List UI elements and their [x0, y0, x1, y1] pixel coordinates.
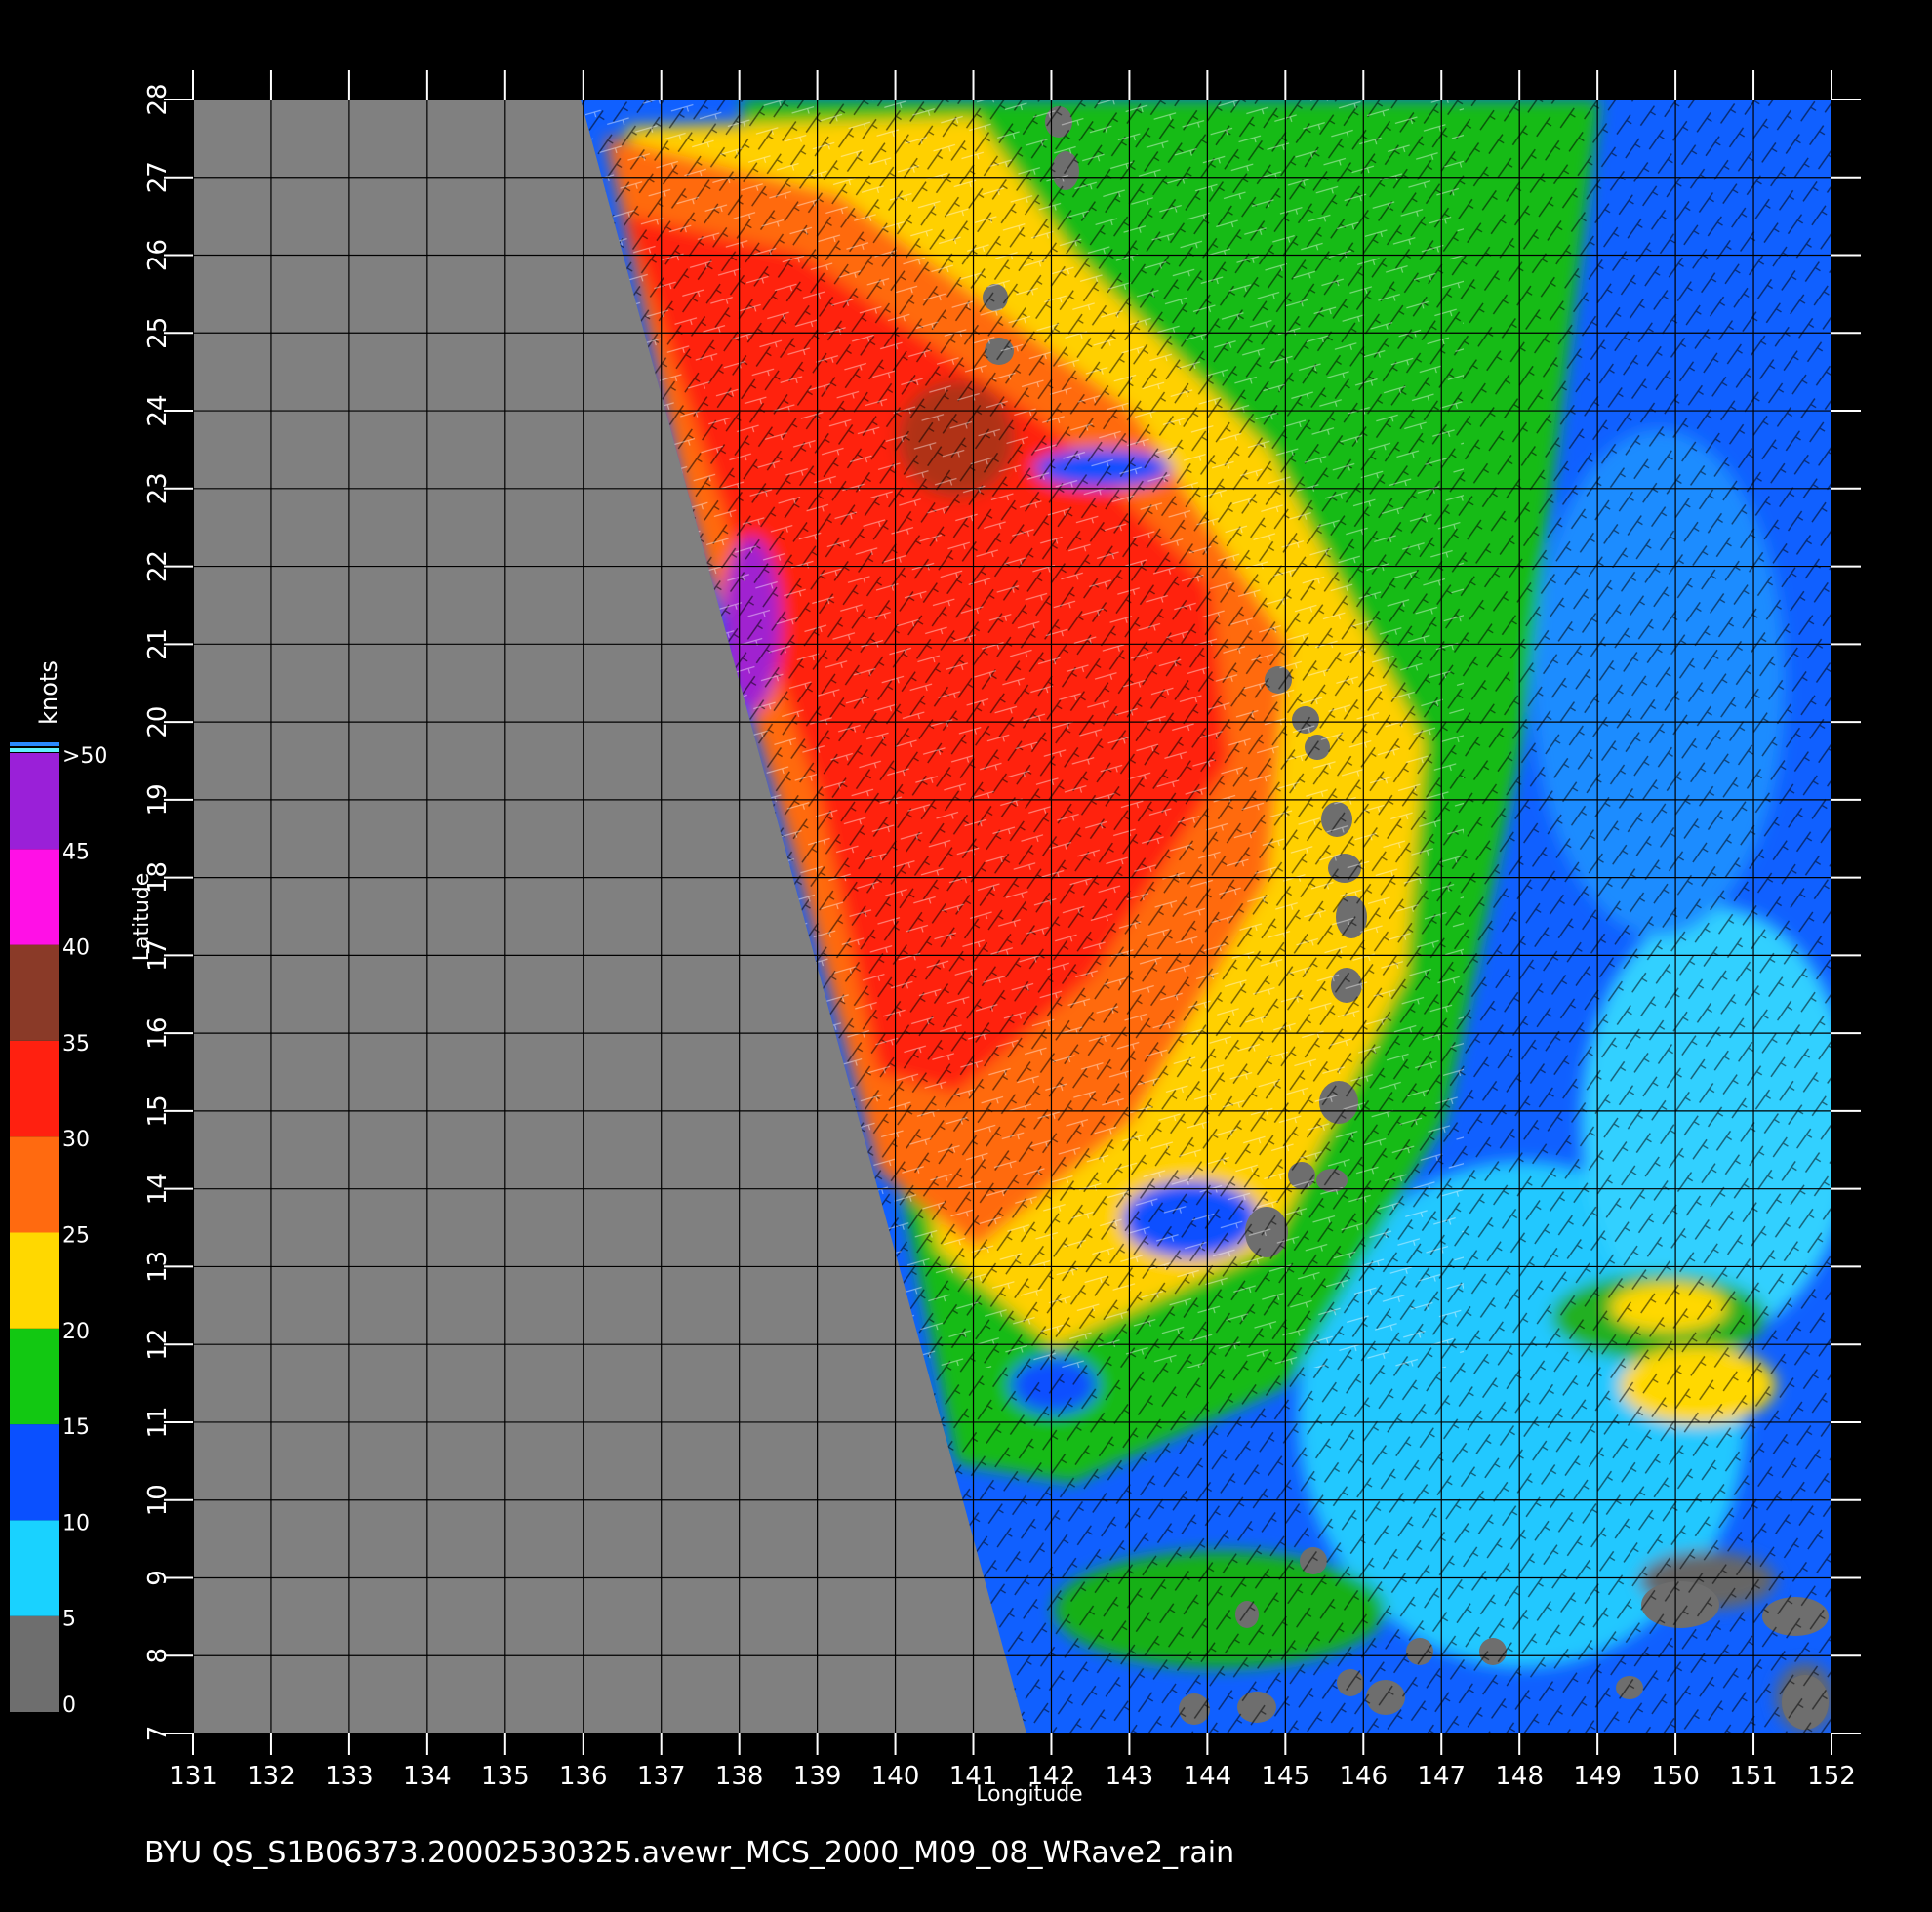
colorbar-label: >50 — [62, 744, 107, 769]
lat-tick-label: 25 — [143, 317, 173, 349]
lat-tick-label: 9 — [143, 1570, 173, 1586]
colorbar-label: 0 — [62, 1693, 76, 1718]
colorbar-band — [10, 1615, 59, 1712]
colorbar-band — [10, 1328, 59, 1425]
lon-tick-label: 146 — [1339, 1762, 1388, 1791]
lon-tick-label: 152 — [1807, 1762, 1856, 1791]
lon-tick-label: 140 — [871, 1762, 920, 1791]
colorbar-label: 40 — [62, 936, 90, 961]
colorbar-top-stripe — [10, 748, 59, 752]
lat-tick-label: 16 — [143, 1017, 173, 1050]
colorbar: 0 5 10 15 20 25 30 35 40 45 >50 knots — [10, 660, 107, 1718]
colorbar-label: 30 — [62, 1128, 90, 1152]
colorbar-label: 5 — [62, 1608, 76, 1632]
lon-tick-label: 131 — [169, 1762, 218, 1791]
lat-tick-label: 7 — [143, 1726, 173, 1742]
colorbar-band — [10, 1424, 59, 1521]
lat-tick-label: 21 — [143, 628, 173, 660]
lon-tick-label: 136 — [559, 1762, 608, 1791]
colorbar-top-stripe — [10, 742, 59, 746]
lat-tick-label: 20 — [143, 706, 173, 738]
lon-tick-label: 144 — [1184, 1762, 1232, 1791]
lon-tick-label: 150 — [1651, 1762, 1700, 1791]
lon-tick-label: 138 — [715, 1762, 764, 1791]
lon-tick-label: 132 — [247, 1762, 296, 1791]
colorbar-band — [10, 944, 59, 1041]
colorbar-label: 20 — [62, 1320, 90, 1344]
y-axis-title: Latitude — [130, 873, 154, 962]
lat-tick-label: 14 — [143, 1173, 173, 1205]
lon-tick-label: 147 — [1417, 1762, 1466, 1791]
colorbar-band — [10, 1040, 59, 1137]
colorbar-band — [10, 1136, 59, 1233]
lon-tick-label: 151 — [1729, 1762, 1778, 1791]
colorbar-band — [10, 753, 59, 850]
lon-tick-label: 145 — [1262, 1762, 1310, 1791]
lat-tick-label: 8 — [143, 1648, 173, 1664]
colorbar-labels: 0 5 10 15 20 25 30 35 40 45 >50 — [62, 744, 107, 1718]
lat-tick-label: 13 — [143, 1251, 173, 1283]
lat-tick-label: 22 — [143, 550, 173, 582]
lat-tick-label: 27 — [143, 161, 173, 193]
lat-tick-label: 28 — [143, 83, 173, 115]
image-caption: BYU QS_S1B06373.20002530325.avewr_MCS_20… — [144, 1836, 1235, 1870]
colorbar-title: knots — [35, 660, 62, 725]
lon-tick-label: 134 — [403, 1762, 452, 1791]
lon-tick-label: 133 — [325, 1762, 374, 1791]
lon-tick-label: 148 — [1495, 1762, 1544, 1791]
wind-speed-map: 131 132 133 134 135 136 137 138 139 140 141 142 143 1… — [10, 70, 1861, 1807]
lat-tick-label: 24 — [143, 395, 173, 427]
lat-tick-label: 15 — [143, 1095, 173, 1127]
lat-tick-label: 23 — [143, 472, 173, 504]
colorbar-band — [10, 1520, 59, 1616]
colorbar-label: 25 — [62, 1224, 90, 1249]
colorbar-label: 45 — [62, 840, 90, 864]
colorbar-label: 10 — [62, 1511, 90, 1535]
lat-tick-label: 11 — [143, 1406, 173, 1438]
colorbar-bands — [10, 753, 59, 1712]
lat-tick-label: 12 — [143, 1329, 173, 1361]
lon-tick-label: 143 — [1106, 1762, 1154, 1791]
lon-tick-label: 135 — [481, 1762, 530, 1791]
x-axis-title: Longitude — [976, 1782, 1082, 1807]
colorbar-band — [10, 1232, 59, 1329]
lat-tick-label: 19 — [143, 783, 173, 816]
lon-tick-label: 139 — [793, 1762, 842, 1791]
lat-tick-label: 10 — [143, 1484, 173, 1516]
lat-tick-label: 26 — [143, 239, 173, 271]
lon-tick-label: 137 — [637, 1762, 686, 1791]
colorbar-band — [10, 849, 59, 945]
colorbar-label: 35 — [62, 1032, 90, 1056]
lon-tick-label: 149 — [1573, 1762, 1622, 1791]
colorbar-label: 15 — [62, 1415, 90, 1440]
